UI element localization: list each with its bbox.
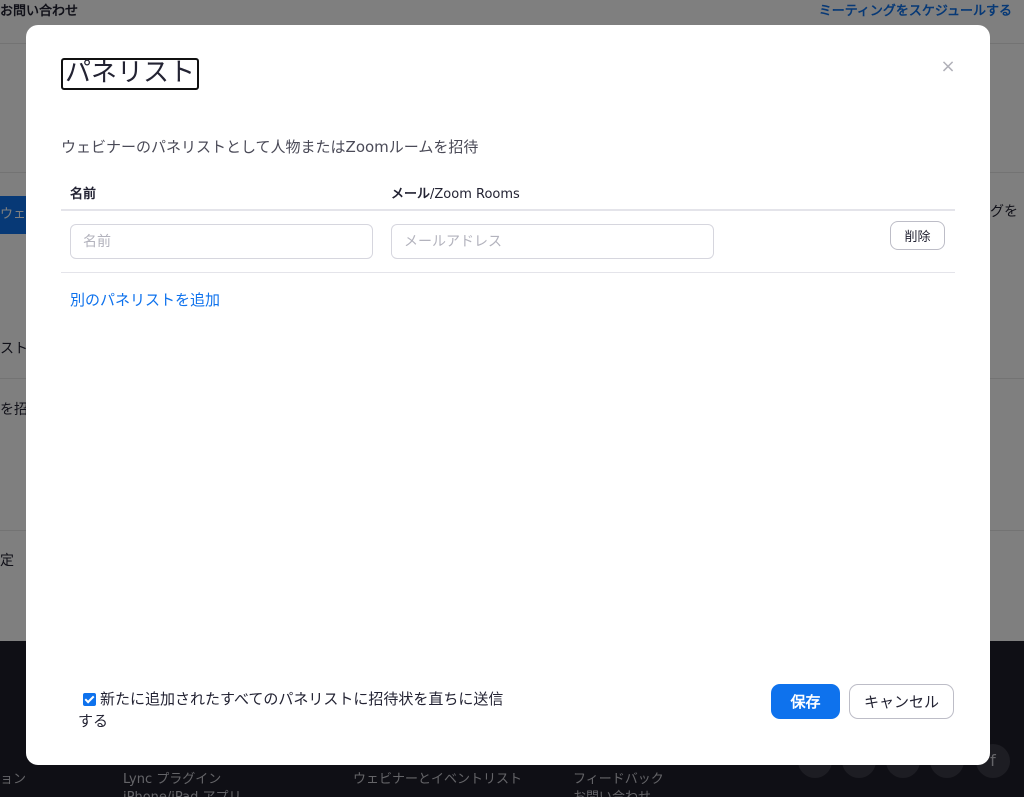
table-header-divider: [61, 209, 955, 211]
panelist-email-input[interactable]: [391, 224, 714, 259]
column-header-name: 名前: [70, 187, 97, 202]
panelist-name-input[interactable]: [70, 224, 373, 259]
cancel-button[interactable]: キャンセル: [849, 684, 954, 719]
column-header-email-label: メール: [391, 187, 431, 202]
send-invitation-option: 新たに追加されたすべてのパネリストに招待状を直ちに送信する: [78, 688, 518, 732]
send-invitation-label[interactable]: 新たに追加されたすべてのパネリストに招待状を直ちに送信する: [78, 690, 503, 730]
panelist-dialog: パネリスト × ウェビナーのパネリストとして人物またはZoomルームを招待 名前…: [26, 25, 990, 765]
table-row-divider: [61, 272, 955, 273]
dialog-description: ウェビナーのパネリストとして人物またはZoomルームを招待: [61, 138, 479, 156]
delete-panelist-button[interactable]: 削除: [890, 221, 945, 250]
column-header-email: メール/Zoom Rooms: [391, 183, 520, 202]
dialog-title: パネリスト: [61, 58, 200, 90]
send-invitation-checkbox[interactable]: [83, 693, 96, 706]
add-panelist-link[interactable]: 別のパネリストを追加: [70, 289, 220, 310]
close-icon[interactable]: ×: [938, 57, 958, 77]
save-button[interactable]: 保存: [771, 684, 840, 719]
column-header-zoom-rooms-label: /Zoom Rooms: [430, 187, 520, 202]
